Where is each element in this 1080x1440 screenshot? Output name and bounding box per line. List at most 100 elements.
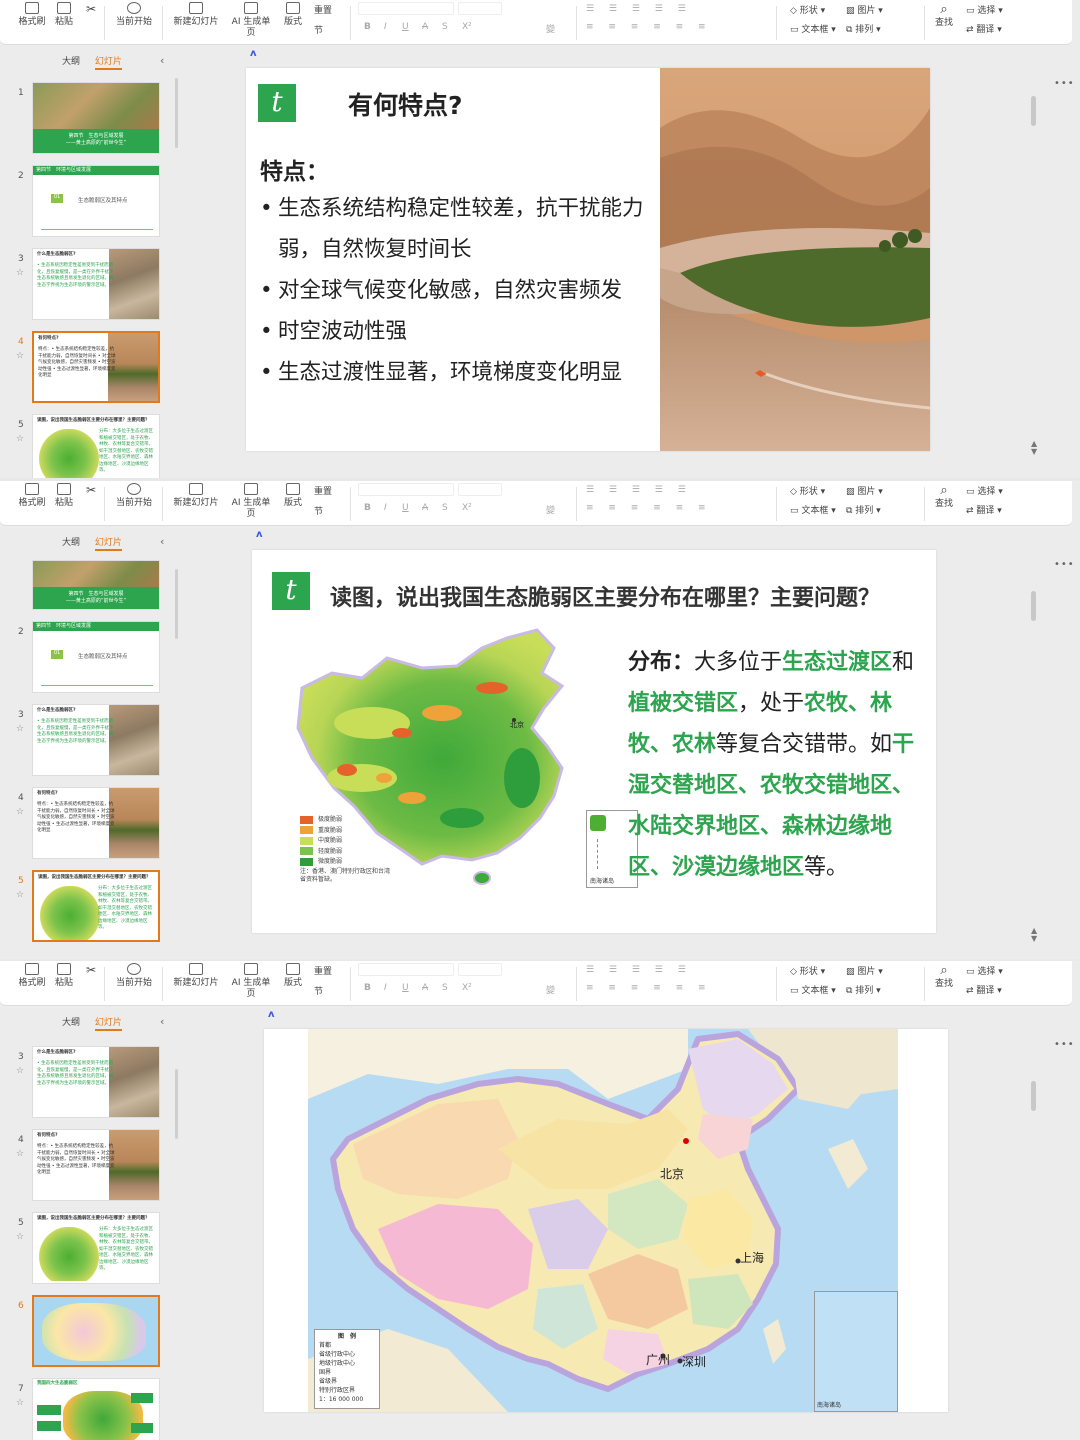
reset-button[interactable]: 重置 [314, 484, 332, 497]
tab-outline[interactable]: 大纲 [62, 1018, 80, 1028]
format-painter-button[interactable]: 格式刷 [18, 483, 46, 509]
more-icon[interactable]: ••• [1054, 559, 1075, 570]
tab-outline[interactable]: 大纲 [62, 57, 80, 67]
select-button[interactable]: ▭ 选择 ▾ [966, 964, 1003, 977]
font-family-select[interactable] [358, 2, 454, 15]
play-from-current-button[interactable]: 当前开始 [112, 483, 156, 509]
new-slide-button[interactable]: 新建幻灯片 [170, 963, 222, 989]
translate-button[interactable]: ⇄ 翻译 ▾ [966, 983, 1002, 996]
picture-button[interactable]: ▨ 图片 ▾ [846, 964, 883, 977]
picture-button[interactable]: ▨ 图片 ▾ [846, 484, 883, 497]
select-button[interactable]: ▭ 选择 ▾ [966, 3, 1003, 16]
arrange-button[interactable]: ⧉ 排列 ▾ [846, 503, 881, 516]
play-from-current-button[interactable]: 当前开始 [112, 963, 156, 989]
font-size-select[interactable] [458, 483, 502, 496]
shape-button[interactable]: ◇ 形状 ▾ [790, 484, 825, 497]
strike-button[interactable]: A [422, 503, 428, 513]
more-icon[interactable]: ••• [1054, 78, 1075, 89]
paste-button[interactable]: 粘贴 [52, 483, 76, 509]
shadow-button[interactable]: S [442, 983, 448, 993]
find-button[interactable]: ⌕ 查找 [932, 963, 956, 989]
sidebar-scrollbar[interactable] [175, 1069, 178, 1139]
paste-button[interactable]: 粘贴 [52, 963, 76, 989]
main-scrollbar[interactable] [1031, 96, 1036, 126]
main-scrollbar[interactable] [1031, 1081, 1036, 1111]
picture-button[interactable]: ▨ 图片 ▾ [846, 3, 883, 16]
new-slide-button[interactable]: 新建幻灯片 [170, 2, 222, 28]
strike-button[interactable]: A [422, 983, 428, 993]
reset-button[interactable]: 重置 [314, 964, 332, 977]
pinyin-button[interactable]: 變 [546, 503, 555, 516]
section-button[interactable]: 节 [314, 984, 323, 997]
paragraph-tools[interactable]: ☰ ☰ ☰ ☰ ☰ [586, 965, 692, 975]
italic-button[interactable]: I [384, 983, 387, 993]
slide-5[interactable]: t 读图，说出我国生态脆弱区主要分布在哪里？主要问题？ 北京 南海诸岛 极度脆弱… [252, 550, 936, 933]
bold-button[interactable]: B [364, 983, 371, 993]
strike-button[interactable]: A [422, 22, 428, 32]
shadow-button[interactable]: S [442, 503, 448, 513]
paragraph-tools[interactable]: ☰ ☰ ☰ ☰ ☰ [586, 4, 692, 14]
shape-button[interactable]: ◇ 形状 ▾ [790, 3, 825, 16]
cut-button[interactable]: ✂ [84, 963, 98, 978]
paste-button[interactable]: 粘贴 [52, 2, 76, 28]
textbox-button[interactable]: ▭ 文本框 ▾ [790, 983, 836, 996]
font-size-select[interactable] [458, 963, 502, 976]
pinyin-button[interactable]: 變 [546, 983, 555, 996]
page-nav-arrows[interactable]: ▲ ▼ [1031, 927, 1037, 943]
ai-badge-icon[interactable]: ʌ [256, 529, 270, 541]
align-tools[interactable]: ≡ ≡ ≡ ≡ ≡ ≡ [586, 983, 712, 993]
layout-button[interactable]: 版式 [280, 2, 306, 28]
underline-button[interactable]: U [402, 503, 409, 513]
play-from-current-button[interactable]: 当前开始 [112, 2, 156, 28]
chevron-left-icon[interactable]: ‹ [160, 535, 164, 548]
ai-badge-icon[interactable]: ʌ [268, 1009, 282, 1021]
font-family-select[interactable] [358, 483, 454, 496]
italic-button[interactable]: I [384, 503, 387, 513]
tab-slides[interactable]: 幻灯片 [94, 538, 122, 551]
bold-button[interactable]: B [364, 503, 371, 513]
sidebar-scrollbar[interactable] [175, 569, 178, 639]
reset-button[interactable]: 重置 [314, 3, 332, 16]
slide-4[interactable]: t 有何特点? 特点： 生态系统结构稳定性较差，抗干扰能力弱，自然恢复时间长 对… [246, 68, 930, 451]
font-size-select[interactable] [458, 2, 502, 15]
slide-6[interactable]: 北京 上海 广州 深圳 南海诸岛 图 例 首都 省级行政中心 地级行政中心 国界… [264, 1029, 948, 1412]
chevron-left-icon[interactable]: ‹ [160, 1015, 164, 1028]
ai-slide-button[interactable]: AI 生成单页 [228, 483, 274, 520]
translate-button[interactable]: ⇄ 翻译 ▾ [966, 503, 1002, 516]
page-nav-arrows[interactable]: ▲ ▼ [1031, 440, 1037, 456]
pinyin-button[interactable]: 變 [546, 22, 555, 35]
underline-button[interactable]: U [402, 983, 409, 993]
main-scrollbar[interactable] [1031, 591, 1036, 621]
find-button[interactable]: ⌕ 查找 [932, 2, 956, 28]
italic-button[interactable]: I [384, 22, 387, 32]
layout-button[interactable]: 版式 [280, 963, 306, 989]
arrange-button[interactable]: ⧉ 排列 ▾ [846, 983, 881, 996]
tab-slides[interactable]: 幻灯片 [94, 1018, 122, 1031]
underline-button[interactable]: U [402, 22, 409, 32]
sidebar-scrollbar[interactable] [175, 78, 178, 148]
ai-badge-icon[interactable]: ʌ [250, 48, 264, 60]
textbox-button[interactable]: ▭ 文本框 ▾ [790, 22, 836, 35]
translate-button[interactable]: ⇄ 翻译 ▾ [966, 22, 1002, 35]
ai-slide-button[interactable]: AI 生成单页 [228, 963, 274, 1000]
font-family-select[interactable] [358, 963, 454, 976]
shape-button[interactable]: ◇ 形状 ▾ [790, 964, 825, 977]
cut-button[interactable]: ✂ [84, 2, 98, 17]
superscript-button[interactable]: X² [462, 983, 472, 993]
layout-button[interactable]: 版式 [280, 483, 306, 509]
superscript-button[interactable]: X² [462, 503, 472, 513]
more-icon[interactable]: ••• [1054, 1039, 1075, 1050]
chevron-left-icon[interactable]: ‹ [160, 54, 164, 67]
superscript-button[interactable]: X² [462, 22, 472, 32]
tab-outline[interactable]: 大纲 [62, 538, 80, 548]
cut-button[interactable]: ✂ [84, 483, 98, 498]
align-tools[interactable]: ≡ ≡ ≡ ≡ ≡ ≡ [586, 22, 712, 32]
format-painter-button[interactable]: 格式刷 [18, 963, 46, 989]
find-button[interactable]: ⌕ 查找 [932, 483, 956, 509]
textbox-button[interactable]: ▭ 文本框 ▾ [790, 503, 836, 516]
section-button[interactable]: 节 [314, 504, 323, 517]
paragraph-tools[interactable]: ☰ ☰ ☰ ☰ ☰ [586, 485, 692, 495]
tab-slides[interactable]: 幻灯片 [94, 57, 122, 70]
bold-button[interactable]: B [364, 22, 371, 32]
align-tools[interactable]: ≡ ≡ ≡ ≡ ≡ ≡ [586, 503, 712, 513]
